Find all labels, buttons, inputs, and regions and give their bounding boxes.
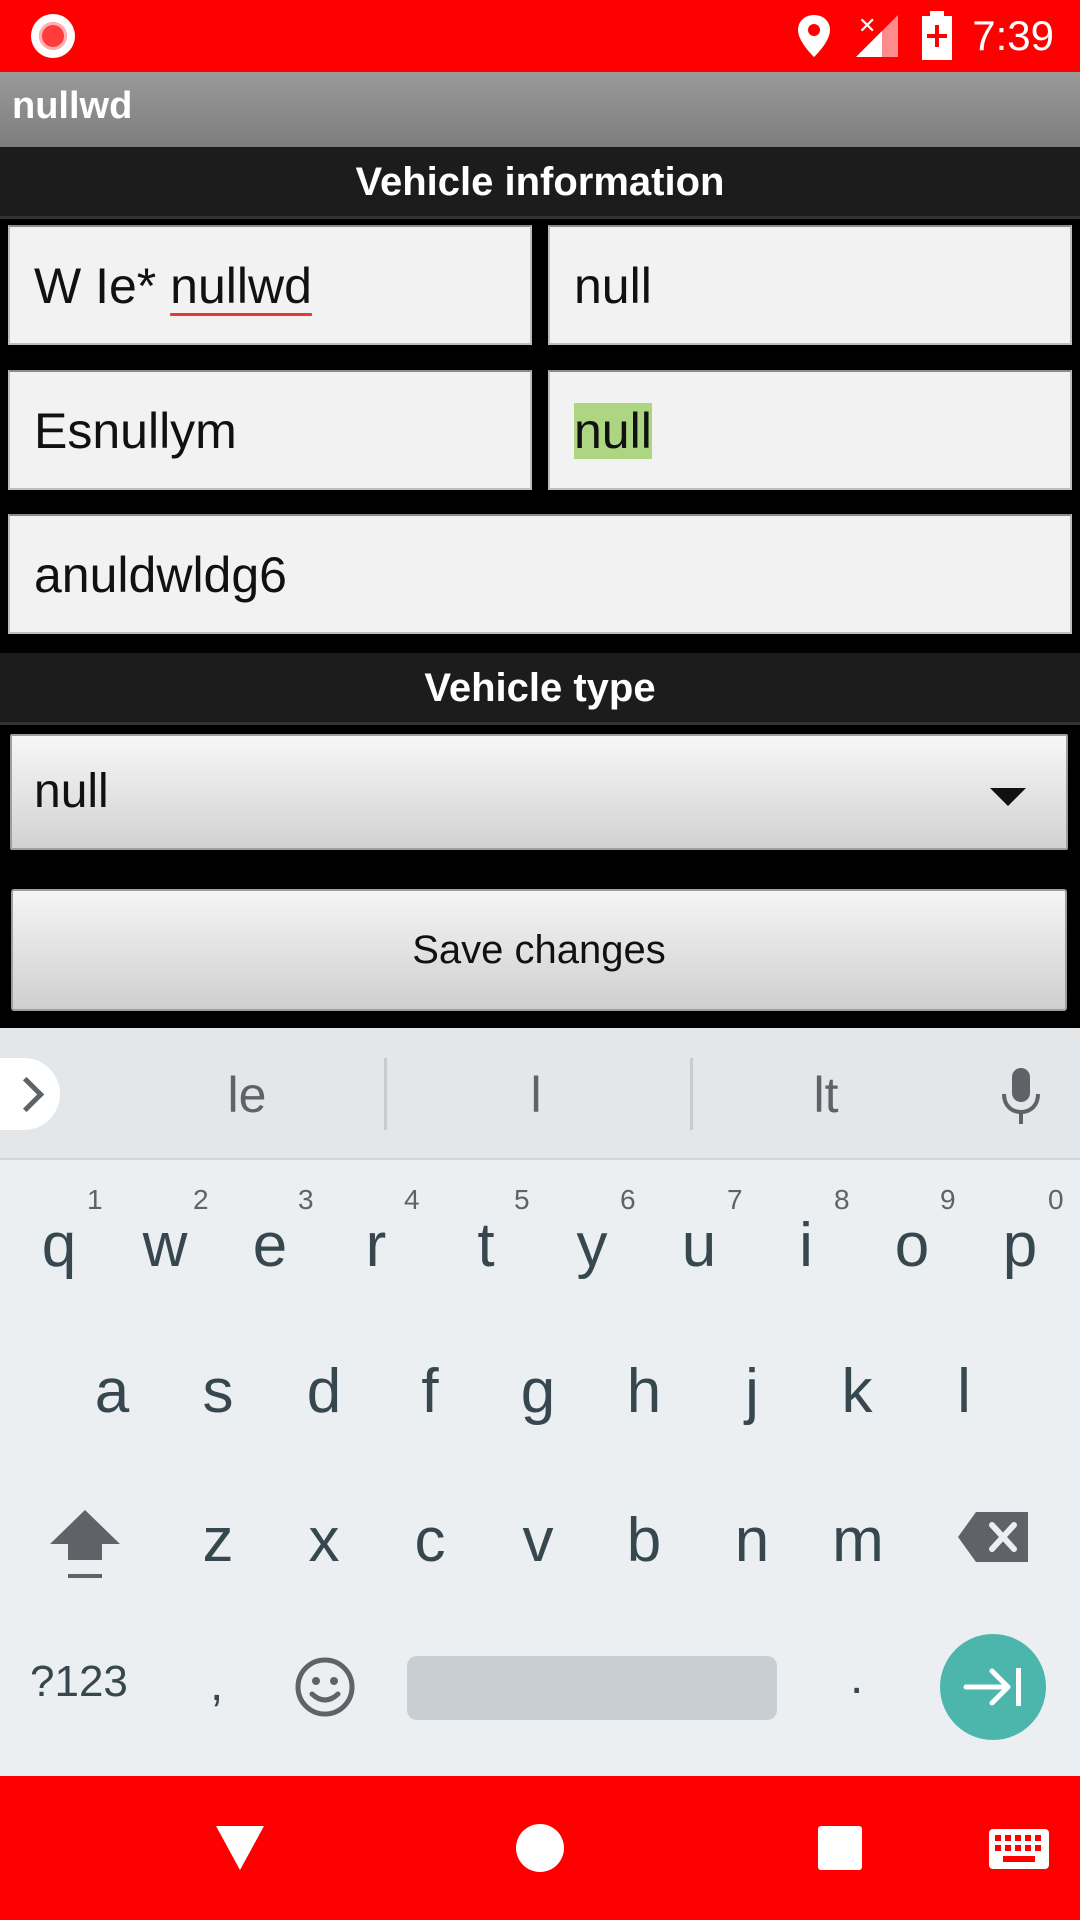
suggestion-1[interactable]: le	[147, 1066, 347, 1124]
keyboard-icon[interactable]	[988, 1828, 1050, 1870]
selected-text: null	[574, 403, 652, 459]
app-bar: nullwd	[0, 72, 1080, 147]
suggestion-strip: le l lt	[0, 1028, 1080, 1160]
back-icon[interactable]	[214, 1824, 266, 1872]
key-k[interactable]: k	[807, 1356, 907, 1427]
navigation-bar	[0, 1776, 1080, 1920]
key-s[interactable]: s	[168, 1356, 268, 1427]
vehicle-field-5[interactable]: anuldwldg6	[8, 514, 1072, 634]
status-bar: ✕ 7:39	[0, 0, 1080, 72]
key-a[interactable]: a	[62, 1356, 162, 1427]
key-hint-0: 0	[1048, 1184, 1064, 1215]
tab-arrow-icon	[963, 1668, 1021, 1706]
suggestion-3[interactable]: lt	[726, 1066, 926, 1124]
home-icon[interactable]	[514, 1822, 566, 1874]
vehicle-name-prefix: W Ie*	[34, 258, 171, 314]
key-o[interactable]: o	[862, 1210, 962, 1281]
vehicle-type-header: Vehicle type	[0, 653, 1080, 725]
suggestion-2[interactable]: l	[436, 1066, 636, 1124]
key-hint-4: 4	[404, 1184, 420, 1215]
key-b[interactable]: b	[594, 1505, 694, 1576]
key-hint-8: 8	[834, 1184, 850, 1215]
space-bar[interactable]	[407, 1656, 777, 1720]
key-p[interactable]: p	[970, 1210, 1070, 1281]
key-v[interactable]: v	[488, 1505, 588, 1576]
key-z[interactable]: z	[168, 1505, 268, 1576]
key-l[interactable]: l	[914, 1356, 1014, 1427]
key-d[interactable]: d	[274, 1356, 374, 1427]
shift-icon[interactable]	[48, 1508, 122, 1582]
location-icon	[798, 15, 831, 57]
key-y[interactable]: y	[542, 1210, 642, 1281]
vehicle-type-dropdown[interactable]: null	[10, 734, 1068, 850]
recents-icon[interactable]	[816, 1824, 864, 1872]
key-c[interactable]: c	[380, 1505, 480, 1576]
key-hint-3: 3	[298, 1184, 314, 1215]
emoji-icon[interactable]	[294, 1656, 356, 1718]
vehicle-field-4[interactable]: null	[548, 370, 1072, 490]
signal-icon: ✕	[856, 13, 899, 57]
suggestion-divider	[384, 1058, 387, 1130]
next-field-button[interactable]	[940, 1634, 1046, 1740]
key-x[interactable]: x	[274, 1505, 374, 1576]
vehicle-name-word: nullwd	[170, 258, 312, 314]
key-hint-5: 5	[514, 1184, 530, 1215]
key-g[interactable]: g	[488, 1356, 588, 1427]
symbols-key[interactable]: ?123	[30, 1657, 128, 1707]
expand-chevron-icon[interactable]	[0, 1058, 60, 1130]
save-changes-button[interactable]: Save changes	[11, 889, 1067, 1011]
vehicle-field-2[interactable]: null	[548, 225, 1072, 345]
key-h[interactable]: h	[594, 1356, 694, 1427]
key-j[interactable]: j	[702, 1356, 802, 1427]
clock: 7:39	[972, 12, 1054, 59]
vehicle-type-selected: null	[34, 765, 109, 818]
key-n[interactable]: n	[702, 1505, 802, 1576]
record-icon	[31, 14, 75, 58]
backspace-icon[interactable]	[956, 1510, 1030, 1564]
vehicle-information-header: Vehicle information	[0, 147, 1080, 219]
suggestion-divider	[690, 1058, 693, 1130]
battery-icon	[922, 11, 953, 60]
key-hint-9: 9	[940, 1184, 956, 1215]
comma-key[interactable]: ,	[210, 1657, 223, 1712]
microphone-icon[interactable]	[1000, 1068, 1042, 1126]
key-u[interactable]: u	[649, 1210, 749, 1281]
key-hint-7: 7	[727, 1184, 743, 1215]
key-t[interactable]: t	[436, 1210, 536, 1281]
key-w[interactable]: w	[115, 1210, 215, 1281]
key-q[interactable]: q	[9, 1210, 109, 1281]
svg-text:✕: ✕	[858, 13, 876, 38]
key-r[interactable]: r	[326, 1210, 426, 1281]
period-key[interactable]: .	[850, 1650, 863, 1705]
key-hint-1: 1	[87, 1184, 103, 1215]
key-f[interactable]: f	[380, 1356, 480, 1427]
key-m[interactable]: m	[808, 1505, 908, 1576]
key-hint-6: 6	[620, 1184, 636, 1215]
key-hint-2: 2	[193, 1184, 209, 1215]
app-title: nullwd	[12, 85, 133, 127]
vehicle-name-field[interactable]: W Ie* nullwd	[8, 225, 532, 345]
vehicle-field-3[interactable]: Esnullym	[8, 370, 532, 490]
dropdown-arrow-icon	[990, 788, 1026, 806]
key-e[interactable]: e	[220, 1210, 320, 1281]
key-i[interactable]: i	[756, 1210, 856, 1281]
